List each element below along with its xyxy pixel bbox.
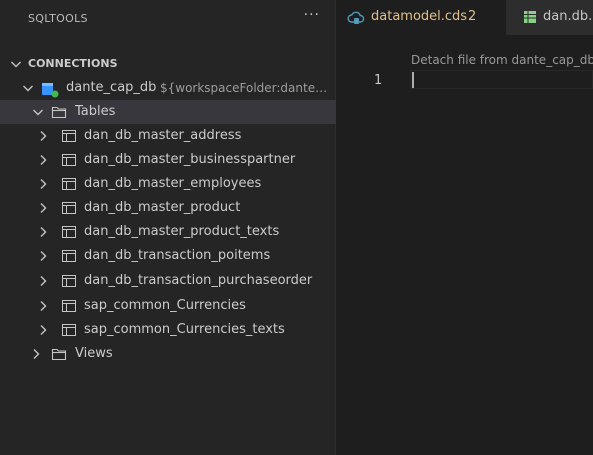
tables-folder-label: Tables: [75, 104, 116, 119]
table-item[interactable]: dan_db_master_address: [0, 124, 336, 148]
table-name: dan_db_transaction_poitems: [84, 248, 271, 263]
more-actions-icon[interactable]: ···: [304, 7, 320, 23]
cloud-db-icon: [347, 11, 365, 24]
line-number: 1: [374, 73, 383, 88]
tab-label: dan.db.m: [543, 9, 593, 24]
table-item[interactable]: sap_common_Currencies_texts: [0, 318, 336, 342]
views-folder-label: Views: [75, 346, 113, 361]
table-icon: [62, 300, 76, 312]
chevron-right-icon: [40, 301, 47, 311]
table-item[interactable]: dan_db_master_businesspartner: [0, 148, 336, 172]
editor-tabs: datamodel.cds 2 dan.db.m: [336, 0, 593, 35]
table-item[interactable]: dan_db_master_employees: [0, 172, 336, 196]
folder-open-icon: [51, 106, 67, 119]
tab-datamodel[interactable]: datamodel.cds 2: [336, 0, 507, 35]
views-folder[interactable]: Views: [0, 342, 336, 366]
connection-description: ${workspaceFolder:dante_...: [160, 81, 328, 95]
chevron-right-icon: [40, 155, 47, 165]
chevron-down-icon: [33, 109, 43, 116]
sqltools-sidebar: SQLTOOLS ··· CONNECTIONS dante_cap_db ${…: [0, 0, 336, 455]
table-item[interactable]: sap_common_Currencies: [0, 294, 336, 318]
chevron-right-icon: [40, 131, 47, 141]
code-editor[interactable]: Detach file from dante_cap_db 1: [336, 35, 593, 455]
table-name: dan_db_transaction_purchaseorder: [84, 273, 313, 288]
tables-folder[interactable]: Tables: [0, 100, 336, 124]
table-name: dan_db_master_product: [84, 200, 241, 215]
sidebar-title: SQLTOOLS: [28, 12, 88, 25]
table-icon: [62, 154, 76, 166]
tab-dan-db[interactable]: dan.db.m: [507, 0, 593, 35]
table-icon: [62, 275, 76, 287]
table-icon: [62, 178, 76, 190]
table-name: dan_db_master_address: [84, 128, 242, 143]
detach-codelens[interactable]: Detach file from dante_cap_db: [411, 53, 593, 67]
table-name: dan_db_master_employees: [84, 176, 262, 191]
folder-icon: [51, 348, 67, 361]
vscode-window: SQLTOOLS ··· CONNECTIONS dante_cap_db ${…: [0, 0, 593, 455]
chevron-right-icon: [40, 203, 47, 213]
database-connected-icon: [42, 83, 59, 98]
table-item[interactable]: dan_db_master_product: [0, 196, 336, 220]
chevron-right-icon: [40, 179, 47, 189]
table-item[interactable]: dan_db_transaction_poitems: [0, 244, 336, 268]
table-icon: [62, 250, 76, 262]
chevron-right-icon: [40, 227, 47, 237]
table-icon: [62, 226, 76, 238]
table-item[interactable]: dan_db_transaction_purchaseorder: [0, 269, 336, 293]
text-cursor: [412, 72, 414, 88]
connection-name: dante_cap_db: [66, 80, 157, 95]
table-icon: [62, 130, 76, 142]
problems-badge: 2: [468, 9, 477, 24]
chevron-down-icon: [11, 61, 21, 68]
tab-label: datamodel.cds: [371, 9, 468, 24]
table-name: dan_db_master_businesspartner: [84, 152, 296, 167]
table-icon: [62, 324, 76, 336]
chevron-right-icon: [40, 251, 47, 261]
table-icon: [524, 11, 536, 23]
table-name: sap_common_Currencies_texts: [84, 322, 285, 337]
connections-section-header[interactable]: CONNECTIONS: [0, 52, 336, 76]
section-title: CONNECTIONS: [28, 57, 118, 70]
sidebar-header: SQLTOOLS ···: [0, 0, 336, 36]
chevron-right-icon: [33, 349, 40, 359]
table-name: dan_db_master_product_texts: [84, 224, 280, 239]
table-item[interactable]: dan_db_master_product_texts: [0, 220, 336, 244]
current-line-highlight: [410, 70, 593, 89]
table-icon: [62, 202, 76, 214]
chevron-right-icon: [40, 325, 47, 335]
table-name: sap_common_Currencies: [84, 298, 246, 313]
connection-item[interactable]: dante_cap_db ${workspaceFolder:dante_...: [0, 76, 336, 100]
chevron-down-icon: [23, 85, 33, 92]
chevron-right-icon: [40, 276, 47, 286]
